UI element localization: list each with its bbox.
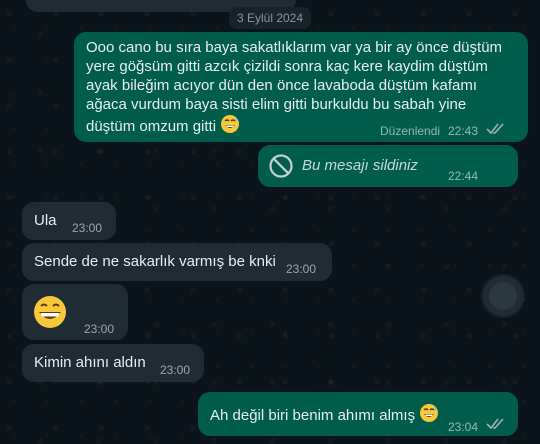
outgoing-message[interactable]: Ah değil biri benim ahımı almış 23:04: [198, 392, 518, 436]
scroll-down-button[interactable]: [483, 276, 523, 316]
incoming-message[interactable]: Sende de ne sakarlık varmış be knki 23:0…: [22, 243, 332, 281]
grinning-face-emoji: [32, 294, 68, 335]
edited-label: Düzenlendi: [380, 124, 441, 138]
message-time: 23:00: [160, 363, 191, 377]
message-time: 23:00: [84, 322, 115, 336]
message-text: Ah değil biri benim ahımı almış: [210, 403, 439, 428]
date-separator: 3 Eylül 2024: [229, 7, 311, 29]
deleted-message[interactable]: Bu mesajı sildiniz 22:44: [258, 145, 518, 187]
double-check-icon: [486, 122, 506, 141]
message-time: 22:43: [448, 124, 479, 138]
blocked-icon: [268, 153, 294, 184]
message-time: 23:00: [286, 262, 317, 276]
message-text: Sende de ne sakarlık varmış be knki: [34, 253, 276, 270]
message-time: 23:04: [448, 420, 479, 434]
chevron-down-icon: [489, 282, 517, 310]
sweat-smile-emoji: [220, 114, 240, 139]
deleted-message-text: Bu mesajı sildiniz: [302, 157, 418, 174]
incoming-emoji-message[interactable]: 23:00: [22, 284, 128, 340]
outgoing-message[interactable]: Ooo cano bu sıra baya sakatlıklarım var …: [74, 32, 528, 142]
message-time: 22:44: [448, 169, 479, 183]
incoming-message[interactable]: Kimin ahını aldın 23:00: [22, 344, 204, 382]
double-check-icon: [486, 417, 506, 436]
message-time: 23:00: [72, 221, 103, 235]
message-text: Ula: [34, 212, 57, 229]
message-text: Kimin ahını aldın: [34, 354, 146, 371]
incoming-message[interactable]: Ula 23:00: [22, 202, 116, 240]
sweat-smile-emoji: [419, 403, 439, 428]
